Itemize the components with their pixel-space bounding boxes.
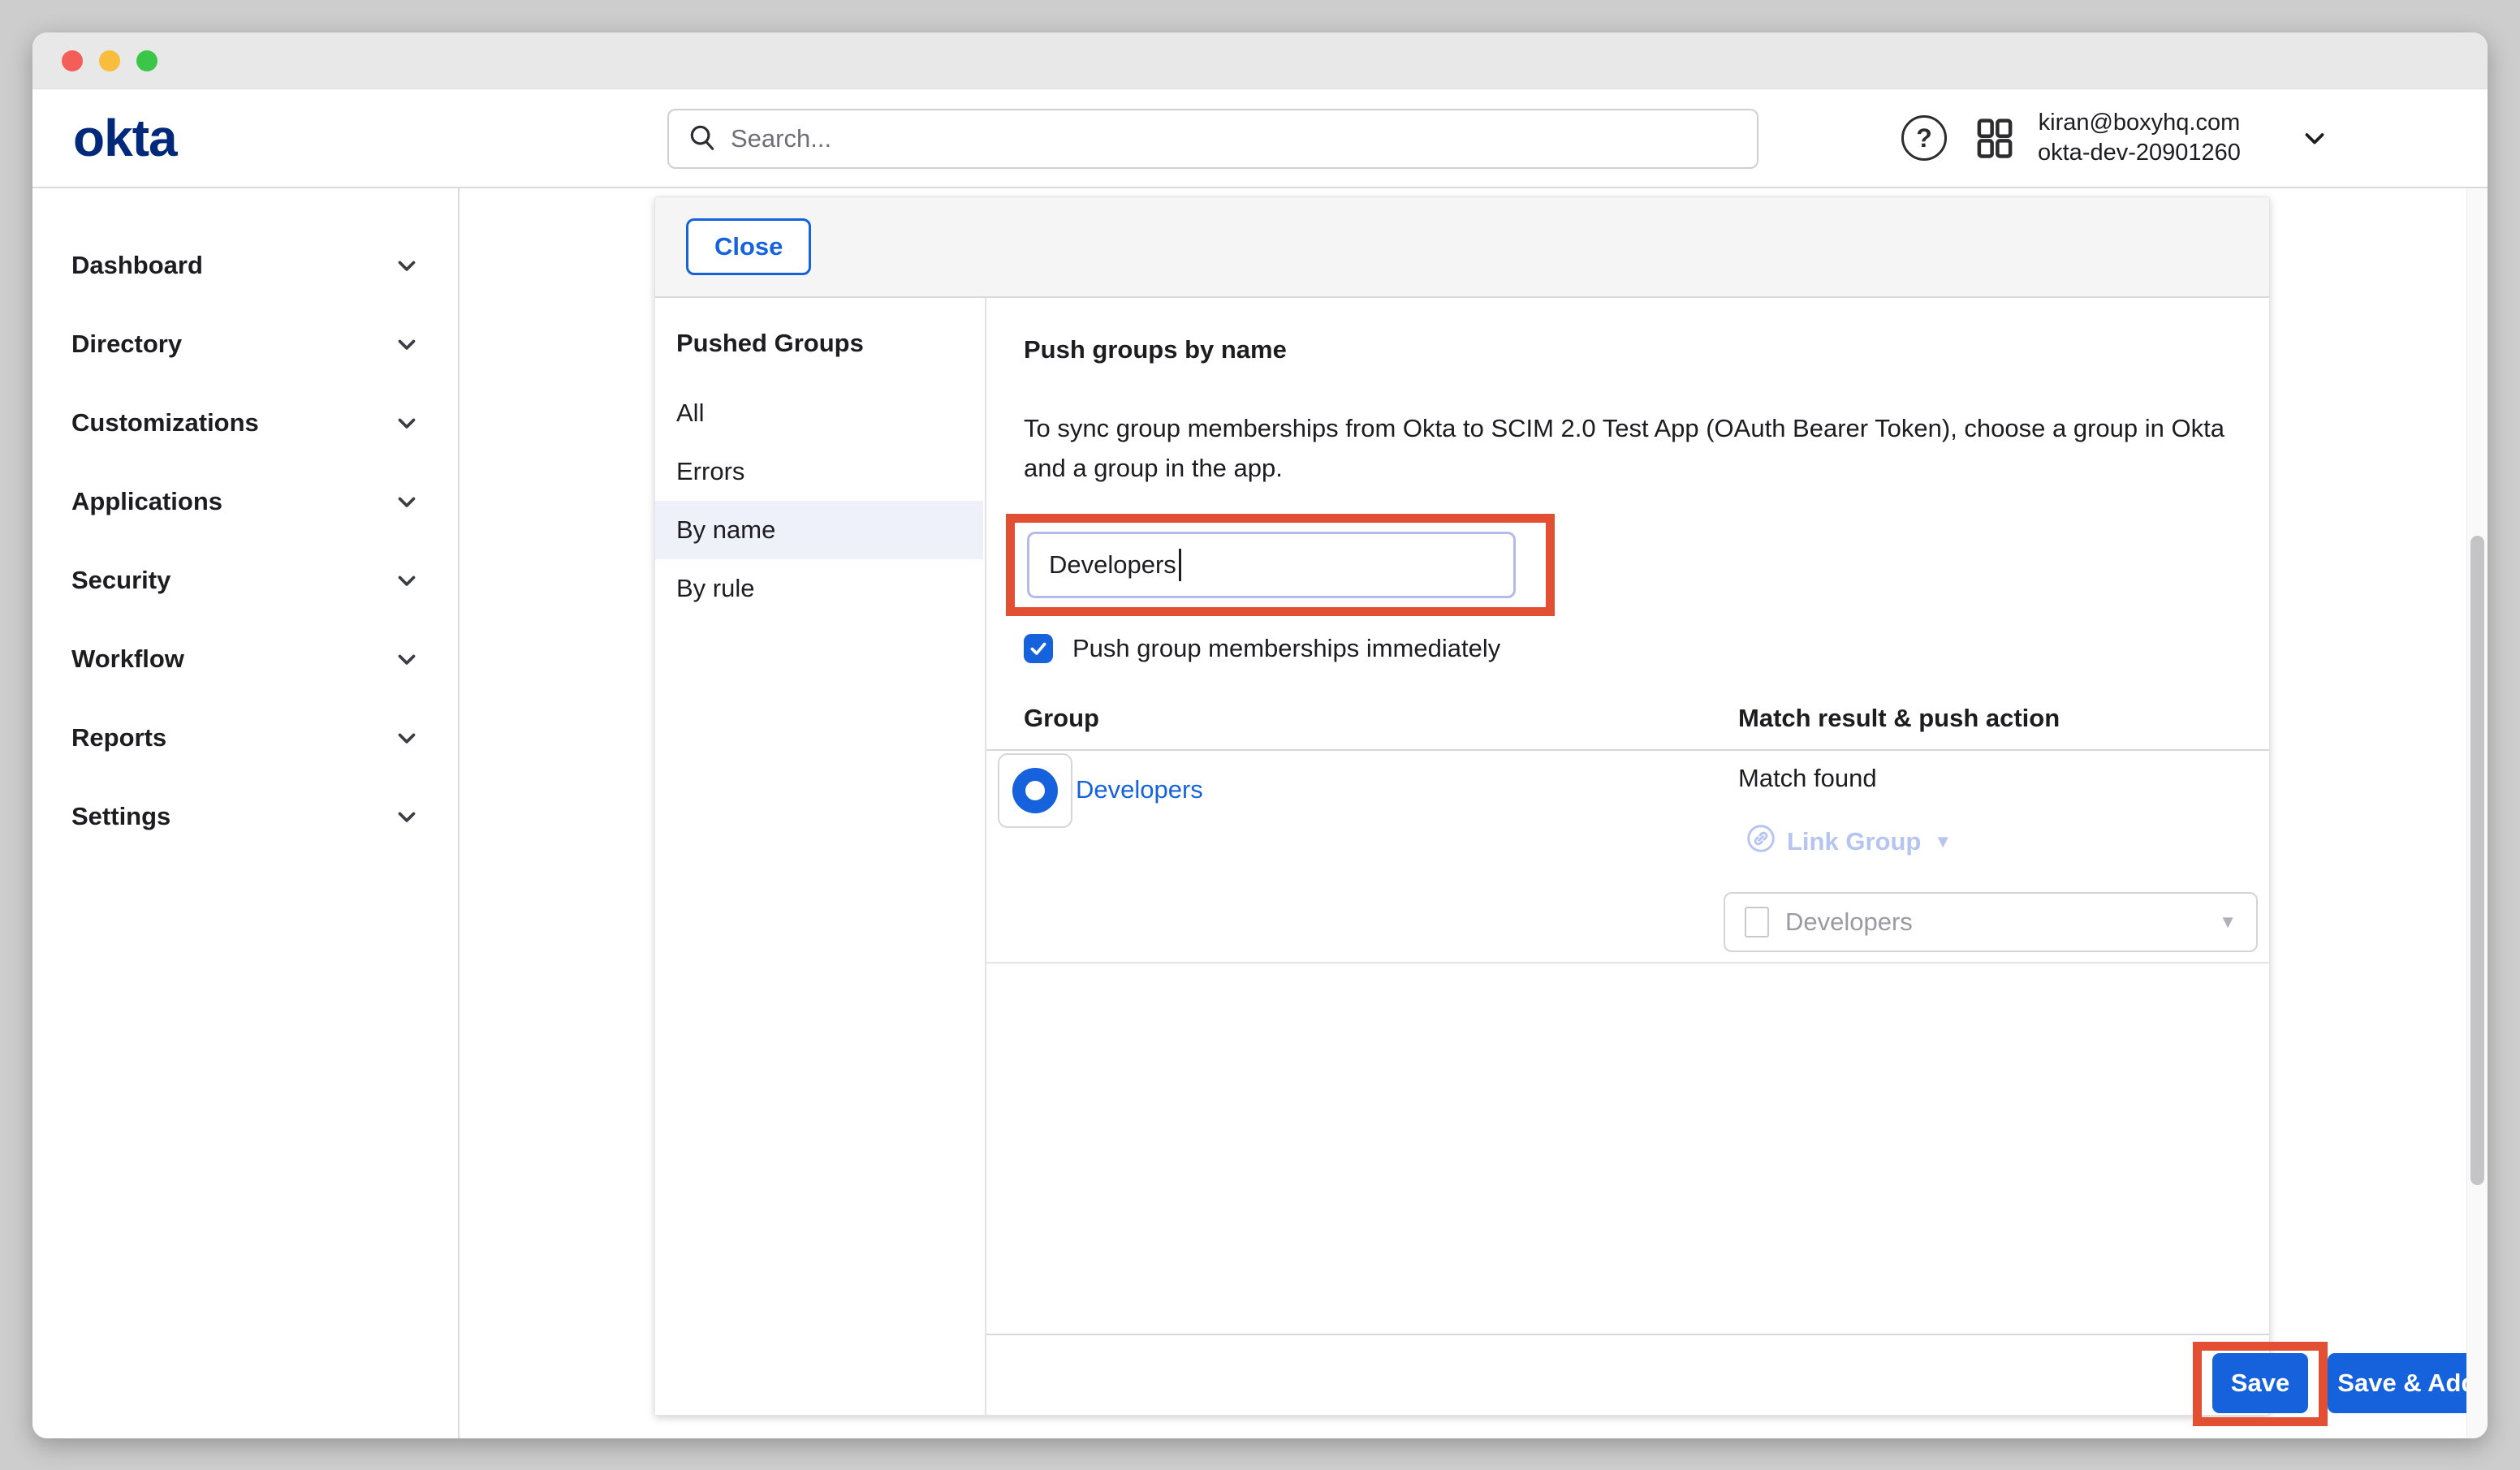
search-input[interactable]: Search...: [667, 109, 1758, 169]
content-area: Close Pushed Groups All Errors By name B…: [461, 188, 2488, 1438]
screen: okta Search... ?: [0, 0, 2520, 1470]
group-name-link[interactable]: Developers: [1076, 775, 1203, 804]
apps-grid-icon[interactable]: [1973, 116, 2017, 160]
pushed-groups-tab-all[interactable]: All: [655, 384, 983, 442]
push-groups-modal: Close Pushed Groups All Errors By name B…: [654, 196, 2270, 1416]
select-arrow-icon: ▼: [2219, 912, 2237, 933]
sidebar-item-security[interactable]: Security: [32, 541, 458, 619]
link-icon: [1746, 824, 1776, 860]
help-icon[interactable]: ?: [1901, 115, 1947, 161]
column-header-group: Group: [1024, 704, 1099, 733]
scrollbar-thumb[interactable]: [2470, 536, 2484, 1185]
okta-logo: okta: [73, 108, 177, 168]
group-name-input-value: Developers: [1049, 550, 1176, 580]
search-placeholder: Search...: [731, 124, 831, 153]
annotation-box-save: [2193, 1342, 2328, 1426]
account-org: okta-dev-20901260: [2038, 138, 2241, 168]
pushed-groups-title: Pushed Groups: [676, 329, 864, 358]
link-group-caret-icon: ▼: [1934, 831, 1952, 852]
app-group-icon: [1745, 907, 1769, 938]
pushed-groups-tab-by-name[interactable]: By name: [655, 501, 983, 559]
sidebar-nav: Dashboard Directory Customizations Appli…: [32, 188, 460, 1438]
window-minimize-button[interactable]: [99, 50, 120, 71]
modal-header: Close: [655, 197, 2269, 298]
link-group-label: Link Group: [1787, 827, 1921, 856]
sidebar-item-applications[interactable]: Applications: [32, 462, 458, 541]
chevron-down-icon: [393, 409, 421, 437]
pushed-groups-nav: Pushed Groups All Errors By name By rule: [655, 298, 986, 1415]
push-immediately-row: Push group memberships immediately: [1024, 634, 1500, 663]
save-add-another-button[interactable]: Save & Add Another: [2328, 1353, 2488, 1413]
sidebar-item-customizations[interactable]: Customizations: [32, 383, 458, 462]
group-icon: [998, 753, 1072, 828]
check-icon: [1028, 638, 1049, 659]
chevron-down-icon: [393, 488, 421, 515]
window-zoom-button[interactable]: [136, 50, 158, 71]
chevron-down-icon: [393, 724, 421, 752]
text-caret: [1179, 549, 1181, 581]
chevron-down-icon: [393, 567, 421, 594]
table-row-divider: [986, 962, 2269, 963]
app-group-select[interactable]: Developers ▼: [1724, 892, 2258, 952]
column-header-match: Match result & push action: [1738, 704, 2060, 733]
close-button[interactable]: Close: [686, 218, 811, 275]
group-donut-icon: [1012, 768, 1058, 813]
link-group-dropdown[interactable]: Link Group ▼: [1746, 824, 1952, 860]
table-header-divider: [986, 749, 2269, 751]
footer-divider: [986, 1334, 2269, 1335]
app-header: okta Search... ?: [32, 89, 2488, 188]
pushed-groups-tab-by-rule[interactable]: By rule: [655, 559, 983, 618]
sidebar-item-workflow[interactable]: Workflow: [32, 619, 458, 698]
panel-title: Push groups by name: [1024, 335, 1287, 364]
account-chevron-down-icon[interactable]: [2299, 123, 2330, 153]
sidebar-item-dashboard[interactable]: Dashboard: [32, 226, 458, 304]
push-immediately-label: Push group memberships immediately: [1072, 634, 1500, 663]
sidebar-item-reports[interactable]: Reports: [32, 698, 458, 777]
sidebar-item-directory[interactable]: Directory: [32, 304, 458, 383]
match-status: Match found: [1738, 764, 1877, 793]
browser-window: okta Search... ?: [32, 32, 2488, 1438]
search-icon: [687, 122, 718, 157]
modal-body: Pushed Groups All Errors By name By rule…: [655, 298, 2269, 1415]
chevron-down-icon: [393, 330, 421, 358]
pushed-groups-tab-errors[interactable]: Errors: [655, 442, 983, 501]
window-titlebar: [32, 32, 2488, 89]
push-immediately-checkbox[interactable]: [1024, 634, 1053, 663]
app-group-value: Developers: [1785, 907, 2203, 937]
chevron-down-icon: [393, 803, 421, 830]
annotation-box-input: Developers: [1006, 514, 1555, 616]
group-name-input[interactable]: Developers: [1027, 532, 1516, 598]
account-email: kiran@boxyhq.com: [2038, 108, 2241, 138]
chevron-down-icon: [393, 645, 421, 673]
vertical-scrollbar[interactable]: [2466, 188, 2488, 1438]
panel-description: To sync group memberships from Okta to S…: [1024, 408, 2242, 488]
sidebar-item-settings[interactable]: Settings: [32, 777, 458, 856]
push-by-name-panel: Push groups by name To sync group member…: [986, 298, 2269, 1415]
window-close-button[interactable]: [62, 50, 83, 71]
chevron-down-icon: [393, 252, 421, 279]
account-menu[interactable]: kiran@boxyhq.com okta-dev-20901260: [2038, 108, 2241, 168]
